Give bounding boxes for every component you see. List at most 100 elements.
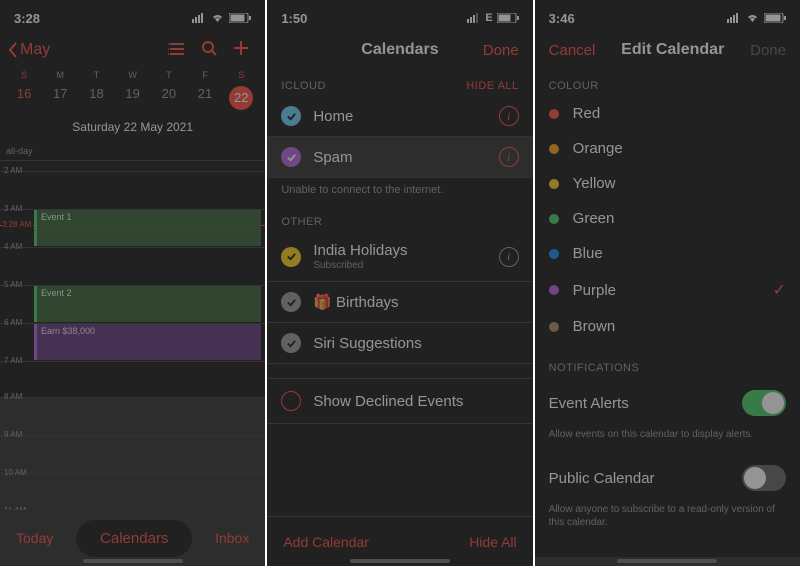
check-icon[interactable] [281, 247, 301, 267]
calendars-list-view: 1:50 E Calendars Done ICLOUD HIDE ALL Ho… [267, 0, 532, 566]
allday-row: all-day [0, 142, 265, 161]
modal-header: Calendars Done [267, 30, 532, 70]
status-bar: 1:50 E [267, 0, 532, 30]
setting-label: Public Calendar [549, 470, 655, 487]
hide-all-button[interactable]: Hide All [469, 534, 516, 550]
modal-header: Cancel Edit Calendar Done [535, 30, 800, 70]
hide-all-section-button[interactable]: HIDE ALL [466, 80, 518, 92]
date-cell[interactable]: 20 [151, 82, 187, 114]
status-indicators [192, 13, 251, 23]
colour-row-brown[interactable]: Brown [535, 309, 800, 344]
date-cell[interactable]: 17 [42, 82, 78, 114]
home-indicator [350, 559, 450, 563]
colour-dot [549, 249, 559, 259]
error-message: Unable to connect to the internet. [267, 178, 532, 206]
cancel-button[interactable]: Cancel [549, 42, 596, 59]
add-icon[interactable] [225, 40, 257, 61]
chevron-left-icon [8, 42, 18, 58]
colour-row-blue[interactable]: Blue [535, 236, 800, 271]
status-time: 3:46 [549, 11, 575, 26]
check-icon[interactable] [281, 333, 301, 353]
colour-dot [549, 179, 559, 189]
battery-icon [497, 13, 519, 23]
calendar-row-india[interactable]: India HolidaysSubscribed i [267, 232, 532, 282]
bottom-toolbar: Today Calendars Inbox [0, 510, 265, 566]
status-indicators [727, 13, 786, 23]
event-block[interactable]: Earn $38,000 [34, 324, 261, 360]
calendar-label: Home [313, 108, 486, 125]
colour-row-purple[interactable]: Purple✓ [535, 271, 800, 309]
done-button[interactable]: Done [483, 42, 519, 59]
date-cell[interactable]: 19 [115, 82, 151, 114]
status-bar: 3:28 [0, 0, 265, 30]
calendar-row-spam[interactable]: Spam i [267, 137, 532, 178]
hint-text: Allow events on this calendar to display… [535, 428, 800, 453]
radio-icon[interactable] [281, 391, 301, 411]
event-block[interactable]: Event 2 [34, 286, 261, 322]
calendar-label: Spam [313, 149, 486, 166]
info-icon[interactable]: i [499, 147, 519, 167]
modal-title: Edit Calendar [621, 41, 724, 59]
nav-bar: May [0, 30, 265, 70]
colour-dot [549, 285, 559, 295]
network-type: E [485, 12, 492, 24]
hint-text: Allow anyone to subscribe to a read-only… [535, 503, 800, 541]
today-button[interactable]: Today [16, 530, 53, 546]
check-icon[interactable] [281, 292, 301, 312]
back-button[interactable]: May [8, 41, 50, 59]
add-calendar-button[interactable]: Add Calendar [283, 534, 369, 550]
colour-dot [549, 214, 559, 224]
info-icon[interactable]: i [499, 106, 519, 126]
edit-calendar-view: 3:46 Cancel Edit Calendar Done COLOUR Re… [535, 0, 800, 566]
list-view-icon[interactable] [161, 40, 193, 61]
show-declined-row[interactable]: Show Declined Events [267, 378, 532, 424]
status-bar: 3:46 [535, 0, 800, 30]
section-header-colour: COLOUR [535, 70, 800, 96]
public-calendar-row: Public Calendar [535, 453, 800, 503]
signal-icon [727, 13, 741, 23]
done-button-disabled: Done [750, 42, 786, 59]
calendar-label: India HolidaysSubscribed [313, 242, 486, 271]
date-cell[interactable]: 18 [78, 82, 114, 114]
status-indicators: E [467, 12, 518, 24]
modal-title: Calendars [361, 41, 438, 59]
timeline[interactable]: 2 AM 3 AM 4 AM 5 AM 6 AM 7 AM 3:28 AM Ev… [0, 161, 265, 397]
info-icon[interactable]: i [499, 247, 519, 267]
colour-row-green[interactable]: Green [535, 201, 800, 236]
colour-row-red[interactable]: Red [535, 96, 800, 131]
date-cell[interactable]: 16 [6, 82, 42, 114]
status-time: 1:50 [281, 11, 307, 26]
search-icon[interactable] [193, 40, 225, 61]
section-header-notifications: NOTIFICATIONS [535, 352, 800, 378]
date-cell[interactable]: 21 [187, 82, 223, 114]
event-alerts-toggle[interactable] [742, 390, 786, 416]
event-block[interactable]: Event 1 [34, 210, 261, 246]
calendar-day-view: 3:28 May S M T W T F S 16 17 18 19 20 21… [0, 0, 265, 566]
home-indicator [83, 559, 183, 563]
gift-icon: 🎁 [313, 294, 332, 311]
colour-dot [549, 144, 559, 154]
checkmark-icon: ✓ [773, 280, 786, 300]
colour-row-orange[interactable]: Orange [535, 131, 800, 166]
calendar-row-home[interactable]: Home i [267, 96, 532, 137]
wifi-icon [210, 13, 225, 23]
calendar-row-siri[interactable]: Siri Suggestions [267, 323, 532, 364]
section-header-other: OTHER [267, 206, 532, 232]
check-icon[interactable] [281, 106, 301, 126]
weekday-header: S M T W T F S [0, 70, 265, 80]
colour-row-yellow[interactable]: Yellow [535, 166, 800, 201]
battery-icon [229, 13, 251, 23]
back-label: May [20, 41, 50, 59]
public-calendar-toggle[interactable] [742, 465, 786, 491]
date-cell-today[interactable]: 22 [223, 82, 259, 114]
battery-icon [764, 13, 786, 23]
check-icon[interactable] [281, 147, 301, 167]
calendars-button[interactable]: Calendars [76, 520, 192, 557]
status-time: 3:28 [14, 11, 40, 26]
declined-label: Show Declined Events [313, 393, 463, 410]
inbox-button[interactable]: Inbox [215, 530, 249, 546]
wifi-icon [745, 13, 760, 23]
colour-dot [549, 109, 559, 119]
calendar-row-birthdays[interactable]: 🎁Birthdays [267, 282, 532, 323]
calendar-label: Siri Suggestions [313, 335, 518, 352]
